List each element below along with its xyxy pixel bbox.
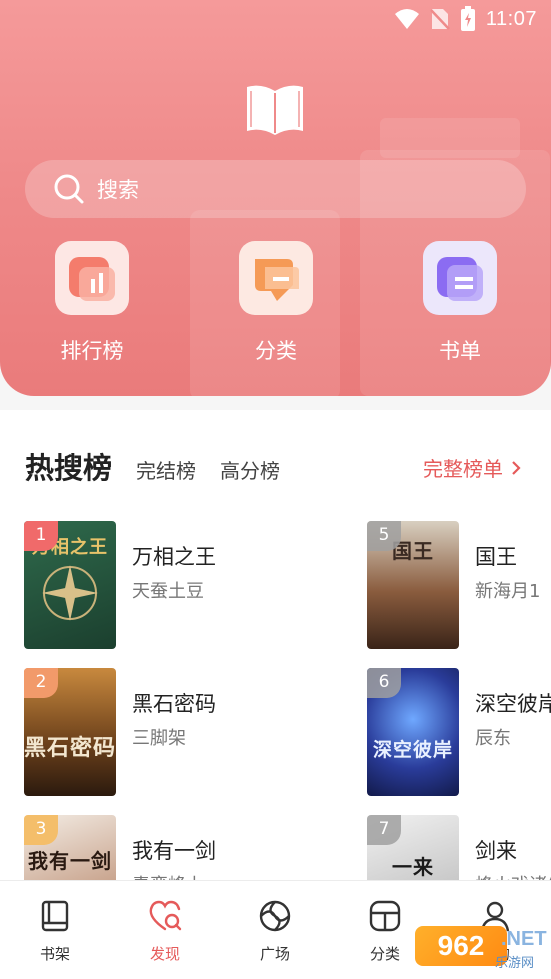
nav-label: 分类	[369, 945, 400, 963]
plaza-icon	[259, 900, 291, 932]
rank-badge: 2	[24, 668, 58, 698]
book-cover: 万相之王 1	[24, 521, 116, 649]
watermark-net: .NET	[501, 928, 547, 950]
book-title: 黑石密码	[132, 692, 216, 716]
rank-badge: 5	[367, 521, 401, 551]
wifi-icon	[394, 9, 419, 29]
ranking-tabs: 热搜榜 完结榜 高分榜	[25, 447, 280, 487]
booklist-icon	[437, 257, 483, 301]
search-input[interactable]: 搜索	[25, 160, 526, 218]
book-item[interactable]: 深空彼岸 6 深空彼岸 辰东	[367, 668, 551, 798]
clock: 11:07	[485, 7, 537, 30]
category-icon	[369, 900, 401, 932]
hero-header: 11:07 搜索 排行榜 分类 书单	[0, 0, 551, 396]
full-list-link[interactable]: 完整榜单	[423, 453, 521, 482]
tab-high-score[interactable]: 高分榜	[220, 455, 280, 487]
cover-title: 深空彼岸	[372, 739, 453, 761]
quick-link-label: 分类	[255, 339, 297, 363]
nav-plaza[interactable]: 广场	[235, 899, 315, 964]
no-sim-icon	[430, 9, 450, 30]
book-title: 我有一剑	[132, 839, 216, 863]
book-author: 天蚕土豆	[132, 581, 204, 602]
book-author: 三脚架	[132, 728, 186, 749]
quick-link-label: 排行榜	[60, 339, 124, 363]
book-title: 剑来	[475, 839, 517, 863]
cover-title: 一来	[392, 855, 434, 879]
tab-hot-search[interactable]: 热搜榜	[25, 445, 112, 487]
watermark-brand: 962	[415, 926, 507, 966]
rank-badge: 6	[367, 668, 401, 698]
nav-bookshelf[interactable]: 书架	[15, 899, 95, 964]
site-watermark: 962 .NET 乐游网	[415, 920, 548, 972]
book-title: 万相之王	[132, 545, 216, 569]
battery-icon	[460, 6, 475, 31]
nav-label: 广场	[259, 945, 290, 963]
full-list-label: 完整榜单	[423, 457, 503, 481]
search-icon	[54, 174, 84, 204]
bookshelf-icon	[41, 900, 69, 932]
category-icon	[255, 259, 299, 301]
tab-completed[interactable]: 完结榜	[136, 455, 196, 487]
search-placeholder: 搜索	[97, 178, 139, 202]
discover-icon	[149, 900, 182, 931]
book-item[interactable]: 黑石密码 2 黑石密码 三脚架	[24, 668, 304, 798]
rank-badge: 3	[24, 815, 58, 845]
book-author: 辰东	[475, 728, 511, 749]
nav-label: 书架	[39, 945, 70, 963]
book-cover: 深空彼岸 6	[367, 668, 459, 796]
rank-badge: 1	[24, 521, 58, 551]
cover-title: 黑石密码	[24, 735, 116, 761]
book-item[interactable]: 万相之王 1 万相之王 天蚕土豆	[24, 521, 304, 651]
quick-link-label: 书单	[439, 339, 481, 363]
book-logo-icon	[247, 85, 303, 135]
quick-link-booklist[interactable]: 书单	[422, 241, 498, 365]
nav-discover[interactable]: 发现	[125, 899, 205, 964]
book-cover: 黑石密码 2	[24, 668, 116, 796]
book-title: 深空彼岸	[475, 692, 551, 716]
book-title: 国王	[475, 545, 517, 569]
status-bar: 11:07	[0, 0, 551, 40]
ranking-icon	[69, 257, 115, 301]
nav-category[interactable]: 分类	[345, 899, 425, 964]
quick-link-category[interactable]: 分类	[238, 241, 314, 365]
book-item[interactable]: 国王 5 国王 新海月1	[367, 521, 551, 651]
book-author: 新海月1	[475, 581, 541, 602]
quick-link-ranking[interactable]: 排行榜	[54, 241, 130, 365]
nav-label: 发现	[149, 945, 180, 963]
cover-title: 我有一剑	[28, 849, 112, 873]
chevron-right-icon	[512, 460, 521, 475]
book-cover: 国王 5	[367, 521, 459, 649]
watermark-sub: 乐游网	[495, 956, 535, 971]
rank-badge: 7	[367, 815, 401, 845]
